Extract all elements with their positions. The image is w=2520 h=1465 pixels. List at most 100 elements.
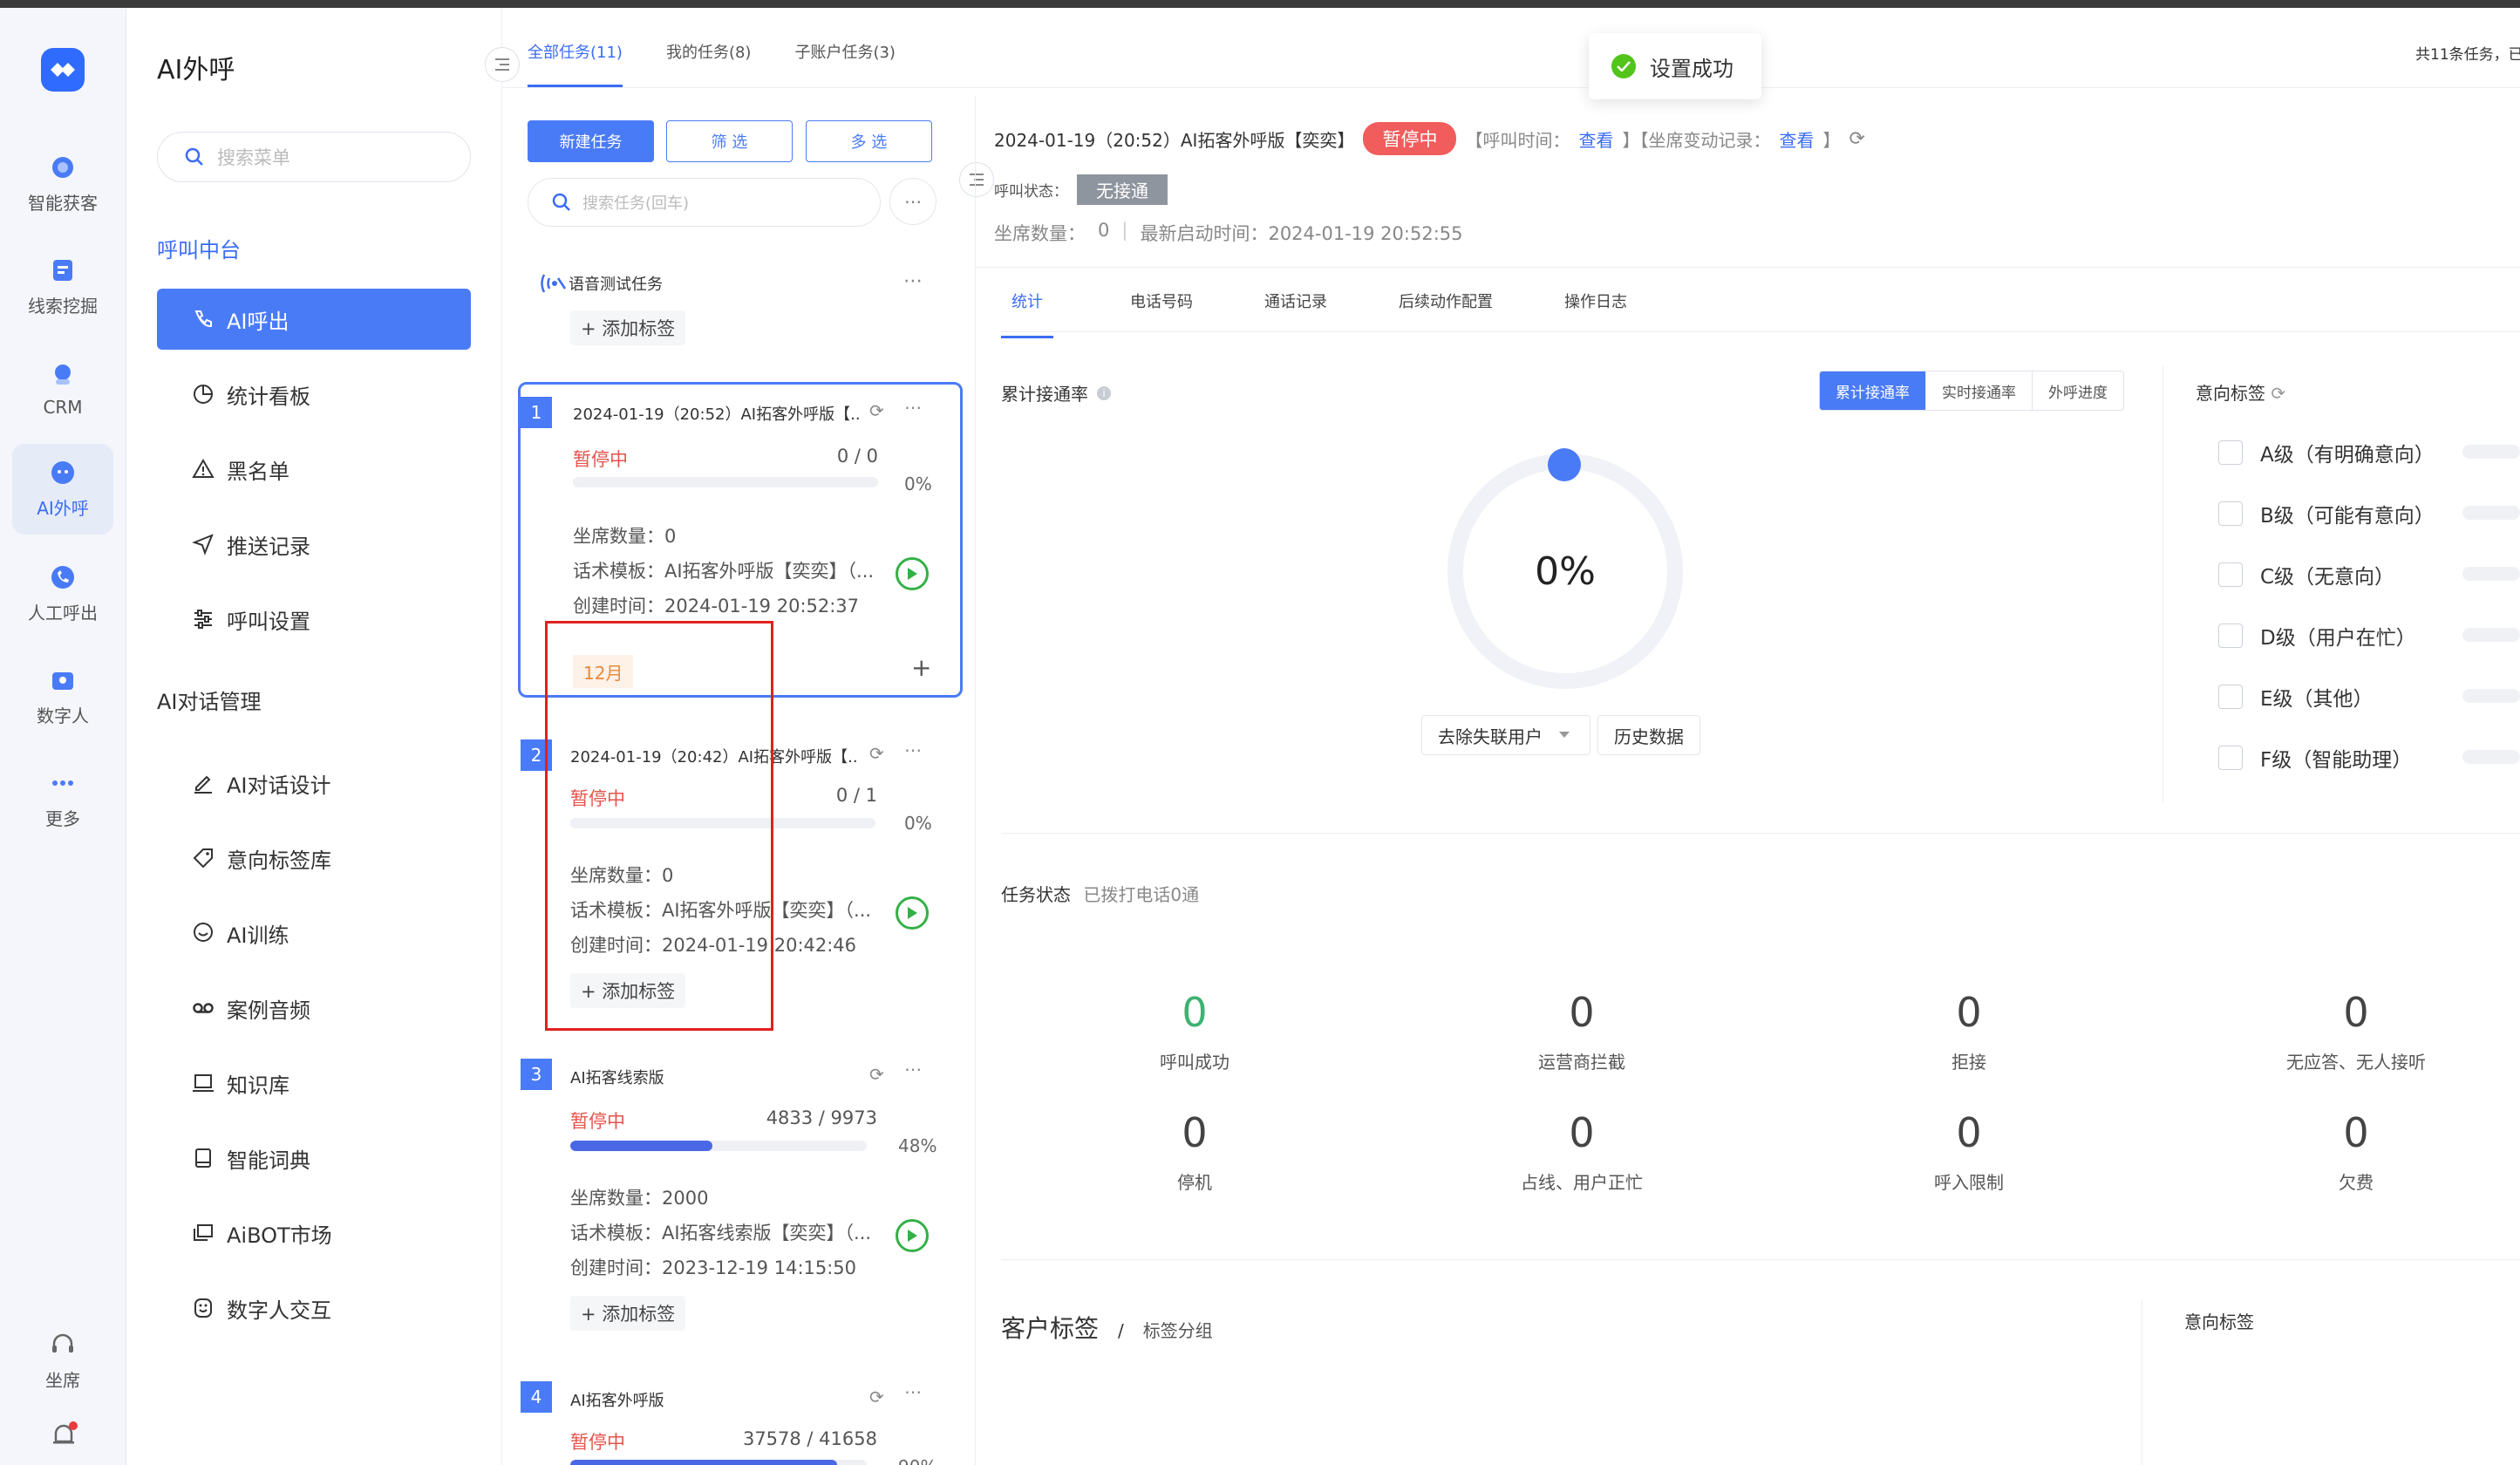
multi-select-button[interactable]: 多 选	[806, 120, 932, 162]
more-icon[interactable]: ⋯	[904, 739, 922, 760]
app-logo[interactable]	[41, 48, 85, 92]
sidebar-item-case-audio[interactable]: 案例音频	[157, 978, 471, 1039]
task-tag[interactable]: 12月	[573, 655, 634, 688]
detail-divider	[975, 267, 2520, 268]
sidebar-item-ai-training[interactable]: AI训练	[157, 903, 471, 964]
tab-sub-tasks[interactable]: 子账户任务(3)	[794, 40, 896, 87]
task-card-2[interactable]: 2 2024-01-19（20:42）AI拓客外呼版【... ⟳ ⋯ 暂停中 0…	[518, 739, 963, 1019]
collapse-sidebar-toggle[interactable]	[485, 47, 520, 82]
task-card-1[interactable]: 1 2024-01-19（20:52）AI拓客外呼版【... ⟳ ⋯ 暂停中 0…	[518, 382, 963, 698]
view-seat-change-link[interactable]: 查看	[1779, 126, 1814, 152]
menu-search-input[interactable]: 搜索菜单	[157, 132, 471, 182]
checkbox[interactable]	[2218, 623, 2243, 648]
customer-tags-header: 客户标签 / 标签分组	[1001, 1310, 1213, 1345]
seg-progress[interactable]: 外呼进度	[2033, 371, 2123, 410]
sidebar-item-ai-call[interactable]: AI呼出	[157, 289, 471, 350]
sidebar-item-aibot-market[interactable]: AiBOT市场	[157, 1203, 471, 1264]
voice-wave-icon	[541, 274, 567, 293]
tab-all-tasks[interactable]: 全部任务(11)	[528, 40, 623, 87]
sidebar-item-knowledge[interactable]: 知识库	[157, 1053, 471, 1114]
rail-item-crm[interactable]: CRM	[12, 344, 113, 435]
task-status: 暂停中	[573, 449, 628, 470]
checkbox[interactable]	[2218, 746, 2243, 770]
tab-my-tasks[interactable]: 我的任务(8)	[666, 40, 752, 87]
checkbox[interactable]	[2218, 562, 2243, 587]
new-task-button[interactable]: 新建任务	[528, 120, 654, 162]
history-data-button[interactable]: 历史数据	[1597, 715, 1700, 755]
intent-bar	[2462, 506, 2520, 520]
refresh-icon[interactable]: ⟳	[869, 743, 884, 764]
task-progress-bar	[573, 477, 878, 487]
refresh-icon[interactable]: ⟳	[869, 1064, 884, 1085]
intent-e[interactable]: E级（其他）	[2218, 682, 2374, 712]
pen-icon	[194, 775, 212, 794]
sidebar-item-push-records[interactable]: 推送记录	[157, 514, 471, 575]
refresh-icon[interactable]: ⟳	[869, 400, 884, 421]
task-search-input[interactable]: 搜索任务(回车)	[528, 178, 881, 227]
play-icon[interactable]	[896, 1219, 929, 1252]
section-divider	[1001, 833, 2520, 834]
phone-icon	[194, 310, 212, 328]
sidebar-group-call-center[interactable]: 呼叫中台	[157, 233, 241, 263]
sidebar-item-call-settings[interactable]: 呼叫设置	[157, 589, 471, 650]
task-percent: 48%	[898, 1135, 937, 1156]
task-status: 暂停中	[570, 1111, 625, 1132]
info-icon[interactable]: i	[1097, 385, 1111, 400]
bell-icon[interactable]	[49, 1421, 78, 1455]
sidebar-item-blacklist[interactable]: 黑名单	[157, 439, 471, 500]
task-name: AI拓客线索版	[570, 1069, 664, 1087]
tasklist-divider	[502, 87, 975, 88]
add-tag-button[interactable]: + 添加标签	[570, 310, 686, 345]
plus-icon[interactable]: +	[911, 653, 931, 682]
more-icon[interactable]: ⋯	[904, 1059, 922, 1080]
seg-cumulative[interactable]: 累计接通率	[1820, 371, 1926, 410]
play-icon[interactable]	[896, 896, 929, 930]
checkbox[interactable]	[2218, 440, 2243, 465]
rail-item-manual-call[interactable]: 人工呼出	[12, 549, 113, 639]
intent-d[interactable]: D级（用户在忙）	[2218, 621, 2416, 651]
add-tag-button[interactable]: + 添加标签	[570, 973, 686, 1008]
voicemail-icon	[193, 1003, 214, 1013]
task-card-3[interactable]: 3 AI拓客线索版 ⟳ ⋯ 暂停中 4833 / 9973 48% 坐席数量：2…	[518, 1059, 963, 1346]
intent-b[interactable]: B级（可能有意向）	[2218, 499, 2435, 528]
customer-tags-title[interactable]: 客户标签	[1001, 1310, 1099, 1345]
filter-button[interactable]: 筛 选	[666, 120, 793, 162]
view-call-time-link[interactable]: 查看	[1578, 126, 1613, 152]
rail-item-digital-human[interactable]: 数字人	[12, 651, 113, 742]
crm-icon	[55, 365, 71, 385]
sliders-icon	[194, 610, 212, 629]
tasklist-more-button[interactable]: ⋯	[889, 178, 936, 225]
rail-item-seat[interactable]: 坐席	[12, 1316, 113, 1407]
tag-group-link[interactable]: 标签分组	[1143, 1317, 1213, 1342]
detail-status-badge: 暂停中	[1363, 122, 1457, 155]
intent-a[interactable]: A级（有明确意向）	[2218, 438, 2435, 467]
refresh-icon[interactable]: ⟳	[869, 1387, 884, 1407]
rail-item-acquire[interactable]: 智能获客	[12, 139, 113, 229]
more-icon[interactable]: ⋯	[904, 397, 922, 418]
more-icon[interactable]: ⋯	[904, 1381, 922, 1402]
sidebar-item-digital-interaction[interactable]: 数字人交互	[157, 1278, 471, 1339]
sidebar-item-dialog-design[interactable]: AI对话设计	[157, 753, 471, 814]
sidebar-item-dashboard[interactable]: 统计看板	[157, 364, 471, 425]
add-tag-button[interactable]: + 添加标签	[570, 1296, 686, 1331]
rail-item-clue[interactable]: 线索挖掘	[12, 242, 113, 332]
task-card-4[interactable]: 4 AI拓客外呼版 ⟳ ⋯ 暂停中 37578 / 41658 90%	[518, 1381, 963, 1465]
collapse-tasklist-toggle[interactable]	[959, 162, 994, 197]
magnet-icon	[52, 156, 73, 178]
intent-f[interactable]: F级（智能助理）	[2218, 743, 2412, 773]
sidebar-item-dictionary[interactable]: 智能词典	[157, 1128, 471, 1189]
sidebar-group-dialog[interactable]: AI对话管理	[157, 685, 262, 715]
exclude-lost-users-select[interactable]: 去除失联用户	[1421, 715, 1590, 755]
checkbox[interactable]	[2218, 685, 2243, 709]
checkbox[interactable]	[2218, 501, 2243, 526]
rail-item-more[interactable]: 更多	[12, 754, 113, 845]
sidebar-item-intent-tags[interactable]: 意向标签库	[157, 828, 471, 889]
refresh-icon[interactable]: ⟳	[1849, 128, 1864, 150]
intent-c[interactable]: C级（无意向）	[2218, 560, 2394, 589]
task-progress-bar	[570, 1141, 867, 1151]
play-icon[interactable]	[896, 557, 929, 590]
rail-item-ai-call[interactable]: AI外呼	[12, 444, 113, 535]
voice-test-task[interactable]: 语音测试任务	[539, 270, 663, 296]
voice-task-more-icon[interactable]: ⋯	[903, 270, 923, 292]
seg-realtime[interactable]: 实时接通率	[1926, 371, 2033, 410]
